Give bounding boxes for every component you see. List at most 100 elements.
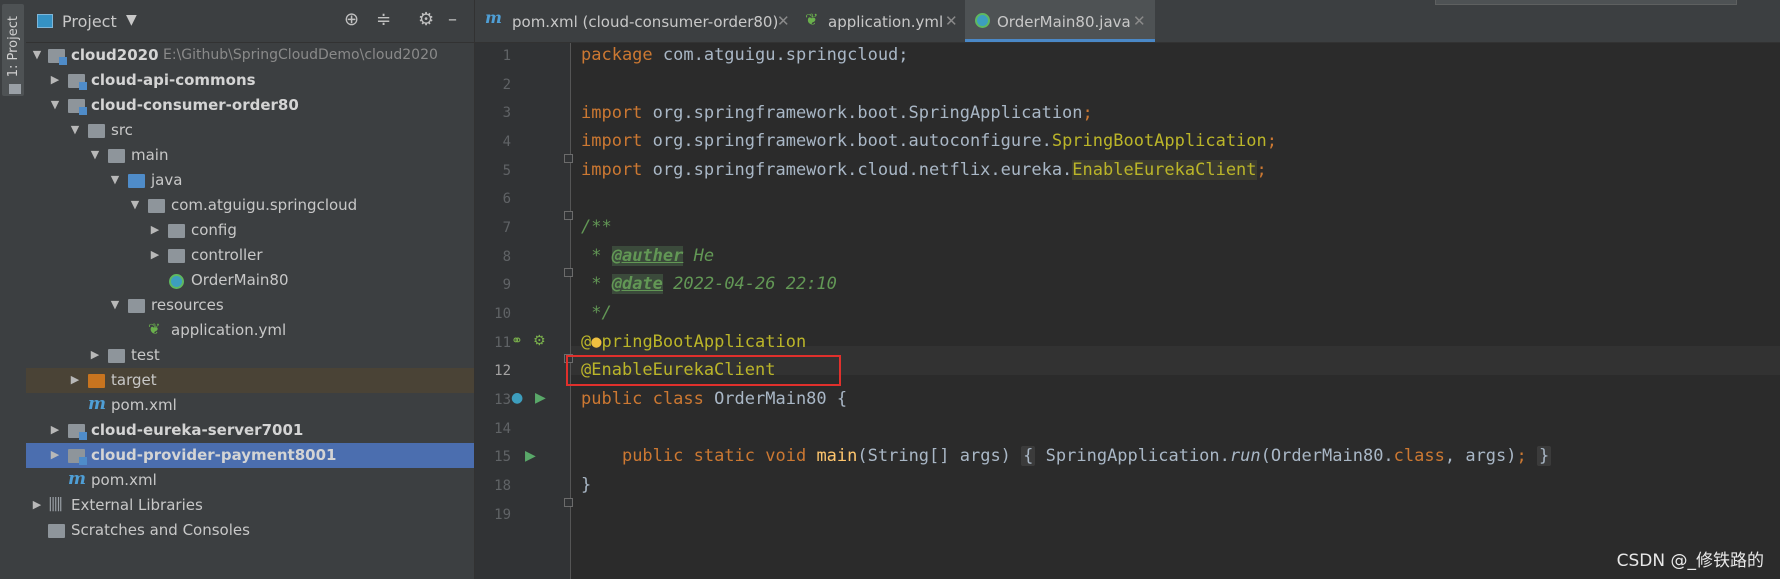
tree-item-scratches[interactable]: Scratches and Consoles	[26, 518, 474, 543]
bulb-icon[interactable]: ●	[591, 332, 601, 352]
expand-arrow-icon[interactable]: ▼	[108, 298, 122, 311]
line-number: 1	[502, 48, 511, 64]
expand-arrow-icon[interactable]: ▼	[108, 173, 122, 186]
tree-item-label: src	[111, 121, 133, 139]
fold-marker-icon[interactable]	[564, 268, 573, 277]
line-number: 14	[494, 421, 511, 437]
code-line-13: public class OrderMain80 {	[581, 389, 847, 409]
close-icon[interactable]: ✕	[1133, 12, 1146, 30]
tree-item-external-libraries[interactable]: ▶ |||‖ External Libraries	[26, 493, 474, 518]
expand-arrow-icon[interactable]: ▶	[148, 223, 162, 236]
keyword: public static void	[621, 446, 807, 466]
code-text: OrderMain80 {	[703, 389, 848, 409]
tree-item-application-yml[interactable]: ❦ application.yml	[26, 318, 474, 343]
fold-marker-icon[interactable]	[564, 498, 573, 507]
expand-arrow-icon[interactable]: ▼	[30, 48, 44, 61]
line-number: 5	[502, 163, 511, 179]
tree-item-label: pom.xml	[111, 396, 177, 414]
spring-leaf-icon: ❦	[148, 320, 161, 338]
spring-class-icon[interactable]: ●	[511, 390, 523, 406]
tab-ordermain80-java[interactable]: OrderMain80.java ✕	[965, 0, 1155, 42]
line-number: 3	[502, 105, 511, 121]
annotation-at: @	[581, 332, 592, 352]
source-folder-icon	[128, 174, 145, 188]
tab-application-yml[interactable]: ❦ application.yml ✕	[795, 0, 965, 42]
project-tool-tab[interactable]: 1: Project	[2, 4, 24, 96]
expand-arrow-icon[interactable]: ▶	[48, 448, 62, 461]
minimize-icon[interactable]: –	[448, 10, 457, 30]
close-icon[interactable]: ✕	[945, 12, 958, 30]
tree-item-main[interactable]: ▼ main	[26, 143, 474, 168]
tree-item-root-pom-xml[interactable]: m pom.xml	[26, 468, 474, 493]
code-editor[interactable]: 1 2 3 4 5 6 7 8 9 10 11 12 13 14 15 18 1…	[475, 43, 1780, 579]
tree-item-test[interactable]: ▶ test	[26, 343, 474, 368]
expand-arrow-icon[interactable]: ▶	[30, 498, 44, 511]
tree-item-label: application.yml	[171, 321, 287, 339]
run-icon[interactable]: ▶	[535, 390, 546, 406]
comment-text: *	[581, 246, 612, 266]
semicolon: ;	[1266, 131, 1278, 151]
annotation-class: SpringBootApplication	[1051, 131, 1267, 151]
expand-arrow-icon[interactable]: ▼	[48, 98, 62, 111]
tree-item-java[interactable]: ▼ java	[26, 168, 474, 193]
module-folder-icon	[68, 74, 87, 90]
gear-icon[interactable]: ⚙	[418, 10, 434, 30]
resources-folder-icon	[128, 299, 145, 313]
fold-marker-icon[interactable]	[564, 154, 573, 163]
code-line-15: public static void main(String[] args) {…	[581, 446, 1552, 466]
locate-file-icon[interactable]: ⊕	[344, 10, 359, 30]
project-panel-header: Project ▼ ⊕ ≑ ⚙ –	[26, 0, 474, 43]
semicolon: ;	[1256, 160, 1267, 180]
tree-item-resources[interactable]: ▼ resources	[26, 293, 474, 318]
tree-item-package[interactable]: ▼ com.atguigu.springcloud	[26, 193, 474, 218]
expand-arrow-icon[interactable]: ▶	[48, 73, 62, 86]
tree-item-pom-xml[interactable]: m pom.xml	[26, 393, 474, 418]
tree-item-controller[interactable]: ▶ controller	[26, 243, 474, 268]
line-number: 12	[494, 363, 511, 379]
expand-arrow-icon[interactable]: ▼	[68, 123, 82, 136]
tree-item-label: Scratches and Consoles	[71, 521, 250, 539]
expand-arrow-icon[interactable]: ▶	[68, 373, 82, 386]
tree-item-src[interactable]: ▼ src	[26, 118, 474, 143]
expand-arrow-icon[interactable]: ▶	[88, 348, 102, 361]
spring-boot-icon[interactable]: ⚙	[533, 333, 546, 349]
code-line-18: }	[581, 475, 592, 495]
scratches-icon	[48, 524, 65, 538]
expand-arrow-icon[interactable]: ▶	[148, 248, 162, 261]
chevron-down-icon[interactable]: ▼	[126, 12, 137, 28]
fold-marker-icon[interactable]	[564, 211, 573, 220]
annotation-name: pringBootApplication	[601, 332, 807, 352]
code-text: (OrderMain80.	[1260, 446, 1394, 466]
tree-item-cloud-eureka-server7001[interactable]: ▶ cloud-eureka-server7001	[26, 418, 474, 443]
expand-arrow-icon[interactable]: ▼	[88, 148, 102, 161]
tree-item-target[interactable]: ▶ target	[26, 368, 474, 393]
folded-brace-close[interactable]: }	[1537, 446, 1552, 466]
collapse-all-icon[interactable]: ≑	[376, 10, 391, 30]
tree-item-label: main	[131, 146, 169, 164]
comment-text: *	[581, 274, 612, 294]
tree-item-ordermain80[interactable]: OrderMain80	[26, 268, 474, 293]
folder-icon	[88, 124, 105, 138]
expand-arrow-icon[interactable]: ▼	[128, 198, 142, 211]
run-icon[interactable]: ▶	[525, 448, 536, 464]
tree-item-cloud2020[interactable]: ▼ cloud2020 E:\Github\SpringCloudDemo\cl…	[26, 43, 474, 68]
tree-item-cloud-api-commons[interactable]: ▶ cloud-api-commons	[26, 68, 474, 93]
code-text: org.springframework.boot.SpringApplicati…	[642, 103, 1083, 123]
tree-item-config[interactable]: ▶ config	[26, 218, 474, 243]
tree-item-cloud-provider-payment8001[interactable]: ▶ cloud-provider-payment8001	[26, 443, 474, 468]
maven-icon: m	[485, 8, 502, 27]
tree-item-cloud-consumer-order80[interactable]: ▼ cloud-consumer-order80	[26, 93, 474, 118]
tab-label: application.yml	[828, 13, 944, 31]
code-line-8: * @auther He	[581, 246, 714, 266]
spring-bean-icon[interactable]: ⚭	[511, 333, 523, 349]
close-icon[interactable]: ✕	[777, 12, 790, 30]
editor-tabs: m pom.xml (cloud-consumer-order80) ✕ ❦ a…	[475, 0, 1780, 43]
project-view-selector[interactable]: Project	[62, 12, 117, 31]
folded-brace-open[interactable]: {	[1021, 446, 1036, 466]
tab-pom-xml[interactable]: m pom.xml (cloud-consumer-order80) ✕	[475, 0, 795, 42]
line-number: 18	[494, 478, 511, 494]
javadoc-tag: @date	[611, 274, 663, 294]
tree-item-label: target	[111, 371, 157, 389]
expand-arrow-icon[interactable]: ▶	[48, 423, 62, 436]
tree-item-label: OrderMain80	[191, 271, 289, 289]
